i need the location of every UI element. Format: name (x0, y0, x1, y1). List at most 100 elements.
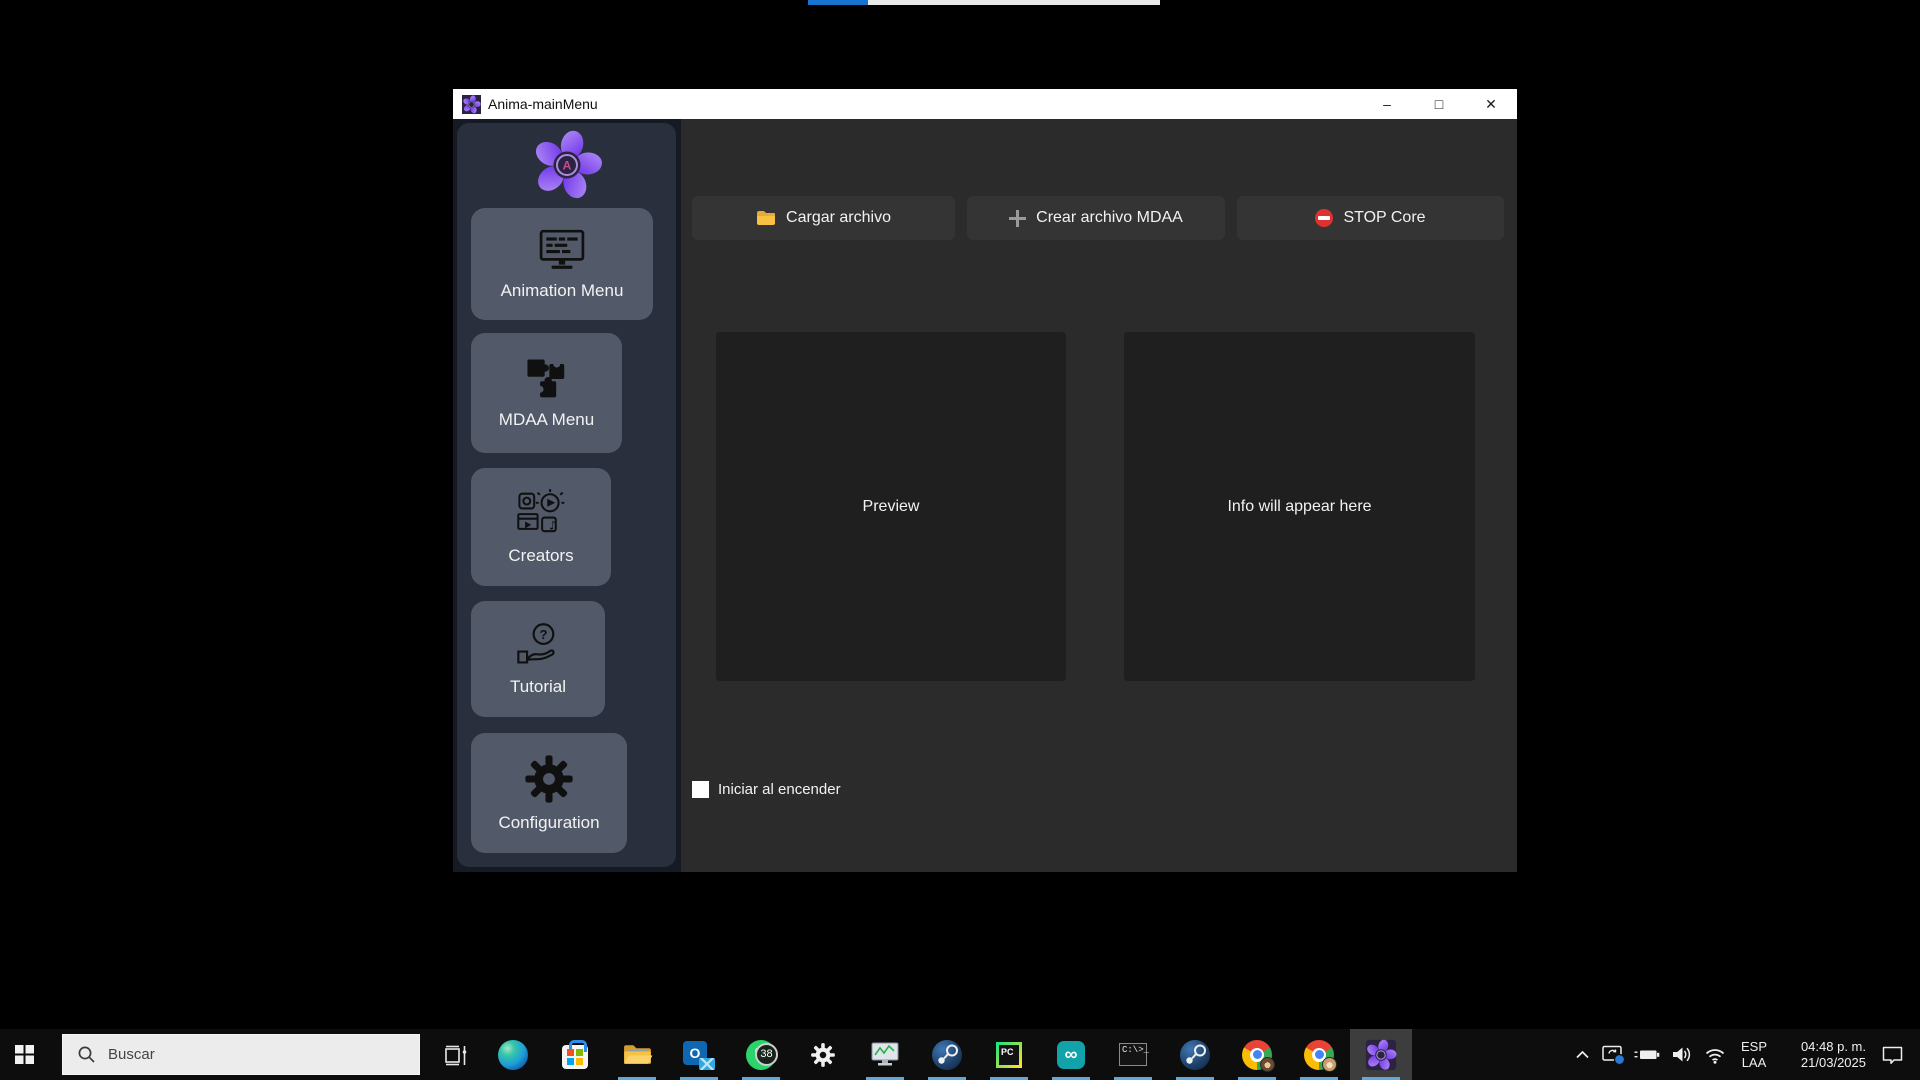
minimize-button[interactable]: – (1361, 89, 1413, 119)
anima-logo-icon: A (531, 129, 603, 201)
anima-app-icon (1365, 1039, 1397, 1071)
taskbar-app-whatsapp[interactable]: 38 (730, 1029, 792, 1080)
whatsapp-icon: 38 (746, 1040, 776, 1070)
sidebar: A Animation Menu (453, 119, 681, 872)
taskbar-search-input[interactable]: Buscar (62, 1034, 420, 1075)
sidebar-item-label: Configuration (498, 813, 599, 833)
stop-core-button[interactable]: STOP Core (1237, 196, 1504, 240)
close-button[interactable]: ✕ (1465, 89, 1517, 119)
tray-show-hidden-icons[interactable] (1568, 1029, 1596, 1080)
taskbar-app-file-explorer[interactable] (606, 1029, 668, 1080)
language-code: ESP (1741, 1039, 1767, 1055)
puzzle-icon (524, 356, 570, 402)
desktop: Anima-mainMenu – □ ✕ (0, 0, 1920, 1080)
file-explorer-icon (622, 1042, 653, 1067)
taskbar-app-arduino[interactable]: ∞ (1040, 1029, 1102, 1080)
titlebar[interactable]: Anima-mainMenu – □ ✕ (453, 89, 1517, 119)
create-mdaa-button[interactable]: Crear archivo MDAA (967, 196, 1225, 240)
hand-question-icon: ? (513, 621, 563, 669)
load-file-button[interactable]: Cargar archivo (692, 196, 955, 240)
sidebar-item-label: Tutorial (510, 677, 566, 697)
outlook-envelope-icon (699, 1058, 715, 1070)
app-icon (462, 95, 481, 114)
taskbar-app-outlook[interactable]: O (668, 1029, 730, 1080)
task-view-icon (444, 1044, 468, 1066)
plus-icon (1009, 210, 1026, 227)
wifi-icon (1704, 1046, 1726, 1064)
taskbar-app-steam[interactable] (916, 1029, 978, 1080)
sidebar-item-mdaa-menu[interactable]: MDAA Menu (471, 333, 622, 453)
tray-wifi[interactable] (1698, 1029, 1732, 1080)
taskbar-app-edge[interactable] (482, 1029, 544, 1080)
chrome-profile-badge (1260, 1057, 1275, 1072)
anima-main-window: Anima-mainMenu – □ ✕ (453, 89, 1517, 872)
preview-panel: Preview (716, 332, 1066, 681)
sidebar-item-label: Animation Menu (501, 281, 624, 301)
sidebar-item-label: MDAA Menu (499, 410, 594, 430)
taskbar-app-chrome-profile-2[interactable] (1288, 1029, 1350, 1080)
tray-clock[interactable]: 04:48 p. m. 21/03/2025 (1776, 1029, 1870, 1080)
task-view-button[interactable] (432, 1029, 480, 1080)
taskbar-app-steam-2[interactable] (1164, 1029, 1226, 1080)
sidebar-item-animation-menu[interactable]: Animation Menu (471, 208, 653, 320)
logo-letter: A (563, 159, 572, 173)
tray-sync-notification[interactable] (1596, 1029, 1630, 1080)
startup-checkbox-label: Iniciar al encender (718, 781, 841, 798)
action-center-button[interactable] (1870, 1029, 1914, 1080)
system-tray: ESP LAA 04:48 p. m. 21/03/2025 (1568, 1029, 1920, 1080)
info-placeholder-text: Info will appear here (1227, 498, 1371, 516)
start-button[interactable] (0, 1029, 48, 1080)
sidebar-item-creators[interactable]: ♪ Creators (471, 468, 611, 586)
sidebar-item-tutorial[interactable]: ? Tutorial (471, 601, 605, 717)
main-content: Cargar archivo Crear archivo MDAA STOP C… (681, 119, 1517, 872)
taskbar: Buscar (0, 1029, 1920, 1080)
creators-media-icon: ♪ (516, 488, 566, 538)
background-window-edge-blue (808, 0, 868, 5)
monitor-icon (536, 227, 588, 273)
language-region: LAA (1742, 1055, 1767, 1071)
taskbar-app-system-monitor[interactable] (854, 1029, 916, 1080)
search-icon (77, 1045, 96, 1064)
tray-date: 21/03/2025 (1801, 1055, 1866, 1071)
maximize-button[interactable]: □ (1413, 89, 1465, 119)
info-panel: Info will appear here (1124, 332, 1475, 681)
window-title: Anima-mainMenu (488, 96, 598, 112)
taskbar-apps: O 38 (482, 1029, 1412, 1080)
terminal-icon: C:\>_ (1119, 1043, 1147, 1066)
search-placeholder: Buscar (108, 1046, 155, 1063)
sidebar-item-configuration[interactable]: Configuration (471, 733, 627, 853)
tray-volume[interactable] (1664, 1029, 1698, 1080)
taskbar-app-anima[interactable] (1350, 1029, 1412, 1080)
sidebar-item-label: Creators (508, 546, 573, 566)
tray-language-indicator[interactable]: ESP LAA (1732, 1029, 1776, 1080)
taskbar-app-chrome-profile-1[interactable] (1226, 1029, 1288, 1080)
battery-charging-icon (1634, 1047, 1661, 1062)
edge-icon (498, 1040, 528, 1070)
tray-battery[interactable] (1630, 1029, 1664, 1080)
chrome-icon (1304, 1040, 1334, 1070)
sync-screen-icon (1601, 1044, 1626, 1066)
preview-placeholder-text: Preview (863, 498, 920, 516)
startup-checkbox-row[interactable]: Iniciar al encender (692, 781, 841, 798)
taskbar-app-pycharm[interactable]: PC (978, 1029, 1040, 1080)
chrome-icon (1242, 1040, 1272, 1070)
folder-icon (756, 210, 776, 226)
steam-icon (1180, 1040, 1210, 1070)
arduino-icon: ∞ (1057, 1041, 1085, 1069)
background-window-edge-white (868, 0, 1160, 5)
taskbar-app-microsoft-store[interactable] (544, 1029, 606, 1080)
taskbar-app-terminal[interactable]: C:\>_ (1102, 1029, 1164, 1080)
steam-icon (932, 1040, 962, 1070)
toolbar-button-label: STOP Core (1343, 209, 1425, 227)
startup-checkbox[interactable] (692, 781, 709, 798)
chrome-profile-badge (1322, 1057, 1337, 1072)
taskbar-app-settings[interactable] (792, 1029, 854, 1080)
whatsapp-badge: 38 (755, 1043, 778, 1066)
pycharm-icon: PC (996, 1042, 1022, 1068)
windows-logo-icon (15, 1045, 34, 1064)
settings-gear-icon (810, 1042, 836, 1068)
chevron-up-icon (1575, 1049, 1590, 1060)
stop-icon (1315, 209, 1333, 227)
toolbar-button-label: Cargar archivo (786, 209, 891, 227)
speaker-icon (1671, 1045, 1692, 1064)
